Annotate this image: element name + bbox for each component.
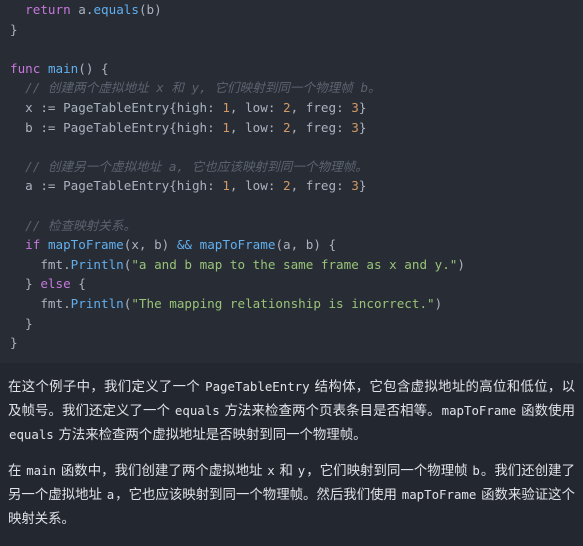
- prose-text: 函数中，我们创建了两个虚拟地址: [57, 462, 267, 478]
- code-line: // 检查映射关系。: [10, 216, 573, 236]
- inline-code: b: [472, 462, 480, 478]
- code-line: a := PageTableEntry{high: 1, low: 2, fre…: [10, 176, 573, 196]
- code-token-kw: else: [40, 276, 71, 292]
- code-token-num: 2: [282, 178, 291, 194]
- inline-code: equals: [174, 402, 220, 418]
- code-token-num: 2: [282, 119, 291, 135]
- code-token-def: ): [457, 256, 465, 272]
- code-token-def: {: [70, 276, 86, 292]
- code-token-def: a := PageTableEntry{high:: [10, 178, 223, 194]
- code-token-fn: main: [47, 60, 79, 76]
- prose-text: ，它也应该映射到同一个物理帧。然后我们使用: [115, 486, 401, 502]
- code-token-str: "The mapping relationship is incorrect.": [131, 295, 435, 311]
- code-token-def: ): [434, 295, 443, 311]
- paragraph-2: 在 main 函数中，我们创建了两个虚拟地址 x 和 y，它们映射到同一个物理帧…: [8, 459, 575, 531]
- code-token-def: }: [10, 315, 33, 331]
- code-token-num: 3: [351, 178, 359, 194]
- code-line: // 创建另一个虚拟地址 a, 它也应该映射到同一个物理帧。: [10, 157, 573, 177]
- prose-section: 在这个例子中，我们定义了一个 PageTableEntry 结构体，它包含虚拟地…: [0, 374, 583, 546]
- code-line: fmt.Println("a and b map to the same fra…: [10, 255, 573, 275]
- code-line: if mapToFrame(x, b) && mapToFrame(a, b) …: [10, 235, 573, 255]
- code-token-num: 3: [351, 99, 359, 115]
- prose-text: 方法来检查两个页表条目是否相等。: [220, 402, 441, 418]
- code-token-def: b := PageTableEntry{high:: [10, 119, 223, 135]
- code-token-def: [10, 237, 25, 252]
- code-token-def: x := PageTableEntry{high:: [10, 99, 223, 115]
- inline-code: x: [267, 462, 275, 478]
- code-token-def: [10, 2, 25, 17]
- code-line: }: [10, 333, 573, 353]
- code-token-def: , low:: [229, 99, 283, 115]
- code-token-def: () {: [78, 60, 109, 76]
- inline-code: y: [297, 462, 306, 478]
- inline-code: mapToFrame: [401, 486, 477, 502]
- code-token-com: // 创建两个虚拟地址 x 和 y, 它们映射到同一个物理帧 b。: [10, 80, 381, 96]
- code-token-def: , low:: [229, 119, 283, 135]
- code-token-def: (x, b): [123, 237, 177, 253]
- code-token-def: , low:: [229, 178, 283, 194]
- code-token-def: a: [78, 2, 86, 17]
- code-token-def: fmt.: [10, 295, 71, 311]
- code-line: fmt.Println("The mapping relationship is…: [10, 294, 573, 314]
- code-line: b := PageTableEntry{high: 1, low: 2, fre…: [10, 118, 573, 138]
- paragraph-1: 在这个例子中，我们定义了一个 PageTableEntry 结构体，它包含虚拟地…: [8, 375, 575, 447]
- code-line: // 创建两个虚拟地址 x 和 y, 它们映射到同一个物理帧 b。: [10, 78, 573, 98]
- inline-code: PageTableEntry: [205, 378, 310, 394]
- prose-text: 在: [8, 462, 26, 478]
- code-line: return a.equals(b): [10, 0, 573, 20]
- code-token-def: }: [10, 276, 41, 292]
- code-token-kw: func: [10, 60, 41, 76]
- inline-code: main: [26, 462, 57, 478]
- code-token-str: "a and b map to the same frame as x and …: [131, 256, 458, 272]
- code-token-kw: if: [25, 237, 41, 253]
- code-token-def: , freg:: [290, 99, 352, 115]
- code-token-fn: &&: [176, 237, 193, 253]
- inline-code: equals: [9, 426, 54, 442]
- answer-content-pane: return a.equals(b)} func main() { // 创建两…: [0, 0, 583, 546]
- code-token-def: (b): [138, 2, 162, 17]
- code-line: func main() {: [10, 59, 573, 79]
- code-token-fn: mapToFrame: [199, 237, 276, 253]
- code-token-def: [192, 237, 200, 252]
- code-token-def: }: [358, 178, 367, 194]
- inline-code: mapToFrame: [441, 402, 517, 418]
- code-token-def: }: [358, 119, 367, 135]
- code-token-num: 1: [222, 99, 230, 115]
- code-token-def: [40, 61, 48, 76]
- code-token-def: [40, 237, 48, 252]
- prose-text: 和: [275, 462, 297, 478]
- code-token-num: 1: [222, 178, 230, 194]
- code-token-def: }: [10, 335, 18, 351]
- code-token-fn: Println: [70, 256, 124, 272]
- code-line: x := PageTableEntry{high: 1, low: 2, fre…: [10, 98, 573, 118]
- code-token-num: 3: [351, 119, 359, 135]
- code-token-def: , freg:: [290, 178, 352, 194]
- code-line: }: [10, 20, 573, 40]
- prose-text: 函数使用: [517, 402, 575, 418]
- code-token-num: 2: [282, 99, 291, 115]
- code-line: }: [10, 314, 573, 334]
- inline-code: a: [106, 486, 115, 502]
- code-token-def: fmt.: [10, 256, 71, 272]
- code-token-def: (a, b) {: [275, 237, 337, 253]
- code-line: } else {: [10, 274, 573, 294]
- code-token-com: // 创建另一个虚拟地址 a, 它也应该映射到同一个物理帧。: [10, 158, 368, 174]
- code-token-kw: return: [25, 2, 71, 17]
- code-token-num: 1: [222, 119, 230, 135]
- code-pre[interactable]: return a.equals(b)} func main() { // 创建两…: [0, 0, 583, 353]
- code-token-def: , freg:: [290, 119, 352, 135]
- code-token-fn: equals: [93, 2, 139, 17]
- code-block-go: return a.equals(b)} func main() { // 创建两…: [0, 0, 583, 363]
- code-token-fn: mapToFrame: [47, 237, 124, 253]
- prose-text: 在这个例子中，我们定义了一个: [8, 378, 205, 394]
- prose-text: 方法来检查两个虚拟地址是否映射到同一个物理帧。: [54, 426, 367, 442]
- prose-text: ，它们映射到同一个物理帧: [306, 462, 472, 478]
- code-token-com: // 检查映射关系。: [10, 217, 137, 233]
- code-token-def: }: [358, 99, 367, 115]
- code-token-fn: Println: [70, 295, 124, 311]
- code-token-def: }: [10, 21, 18, 37]
